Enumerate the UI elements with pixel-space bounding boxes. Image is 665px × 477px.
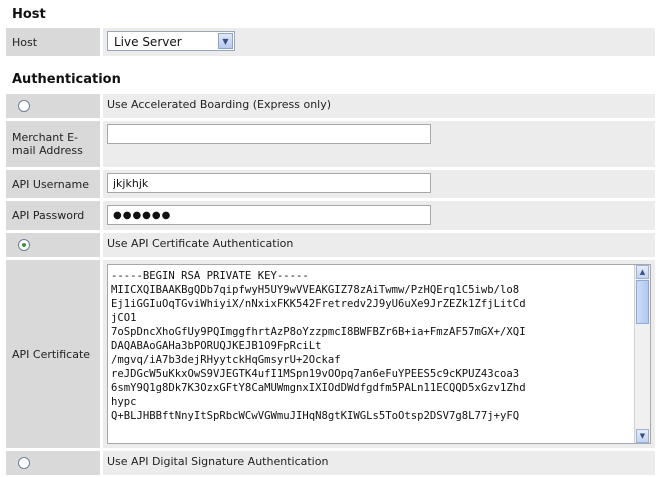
accelerated-row: Use Accelerated Boarding (Express only) [6, 94, 655, 118]
auth-section-title: Authentication [12, 72, 121, 87]
api-certificate-text: -----BEGIN RSA PRIVATE KEY----- MIICXQIBA… [111, 269, 632, 423]
api-certificate-cell: -----BEGIN RSA PRIVATE KEY----- MIICXQIBA… [103, 260, 655, 448]
cert-auth-radio-cell [6, 233, 100, 257]
certificate-line: MIICXQIBAAKBgQDb7qipfwyH5UY9wVVEAKGIZ78z… [111, 284, 520, 296]
sig-auth-label: Use API Digital Signature Authentication [107, 455, 329, 468]
api-certificate-textarea[interactable]: -----BEGIN RSA PRIVATE KEY----- MIICXQIBA… [107, 264, 651, 444]
sig-auth-radio-cell [6, 451, 100, 475]
api-username-row: API Username [6, 170, 655, 198]
api-username-label: API Username [6, 170, 100, 198]
cert-auth-row: Use API Certificate Authentication [6, 233, 655, 257]
api-password-cell [103, 201, 655, 230]
scroll-up-icon[interactable]: ▲ [636, 265, 649, 279]
certificate-line: hypc [111, 396, 137, 408]
accelerated-radio-cell [6, 94, 100, 118]
host-select[interactable]: Live Server ▼ [107, 31, 235, 51]
api-username-field[interactable] [107, 173, 431, 193]
merchant-email-field[interactable] [107, 124, 431, 144]
sig-auth-radio[interactable] [18, 457, 30, 469]
certificate-line: /mgvq/iA7b3dejRHyytckHqGmsyrU+2Ockaf [111, 354, 341, 366]
scroll-thumb[interactable] [636, 280, 649, 324]
api-password-label: API Password [6, 201, 100, 230]
api-password-field[interactable] [107, 205, 431, 225]
api-certificate-row: API Certificate -----BEGIN RSA PRIVATE K… [6, 260, 655, 448]
accelerated-label-cell: Use Accelerated Boarding (Express only) [103, 94, 655, 118]
sig-auth-label-cell: Use API Digital Signature Authentication [103, 451, 655, 475]
host-select-value: Live Server [114, 35, 182, 49]
chevron-down-icon[interactable]: ▼ [218, 33, 233, 49]
cert-auth-label-cell: Use API Certificate Authentication [103, 233, 655, 257]
accelerated-label: Use Accelerated Boarding (Express only) [107, 98, 332, 111]
sig-auth-row: Use API Digital Signature Authentication [6, 451, 655, 475]
host-section-title: Host [12, 7, 46, 22]
api-username-cell [103, 170, 655, 198]
certificate-line: -----BEGIN RSA PRIVATE KEY----- [111, 270, 309, 282]
host-label: Host [6, 28, 100, 56]
certificate-line: reJDGcW5uKkxOwS9VJEGTK4ufI1MSpn19vOOpq7a… [111, 368, 520, 380]
accelerated-radio[interactable] [18, 100, 30, 112]
host-row: Host Live Server ▼ [6, 28, 655, 56]
merchant-email-cell [103, 121, 655, 167]
api-password-row: API Password [6, 201, 655, 230]
certificate-line: DAQABAoGAHa3bPORUQJKEJB1O9FpRciLt [111, 340, 322, 352]
certificate-line: 6smY9Q1g8Dk7K3OzxGFtY8CaMUWmgnxIXIOdDWdf… [111, 382, 526, 394]
merchant-email-label: Merchant E-mail Address [6, 121, 100, 167]
certificate-line: Ej1iGGIuOqTGviWhiyiX/nNxixFKK542Fretredv… [111, 298, 526, 310]
certificate-line: Q+BLJHBBftNnyItSpRbcWCwVGWmuJIHqN8gtKIWG… [111, 410, 520, 422]
scroll-down-icon[interactable]: ▼ [636, 429, 649, 443]
certificate-line: jCO1 [111, 312, 137, 324]
certificate-scrollbar[interactable]: ▲ ▼ [634, 265, 650, 443]
cert-auth-label: Use API Certificate Authentication [107, 237, 294, 250]
certificate-line: 7oSpDncXhoGfUy9PQImggfhrtAzP8oYzzpmcI8BW… [111, 326, 526, 338]
api-certificate-label: API Certificate [6, 260, 100, 448]
host-value-cell: Live Server ▼ [103, 28, 655, 56]
cert-auth-radio[interactable] [18, 239, 30, 251]
merchant-email-row: Merchant E-mail Address [6, 121, 655, 167]
